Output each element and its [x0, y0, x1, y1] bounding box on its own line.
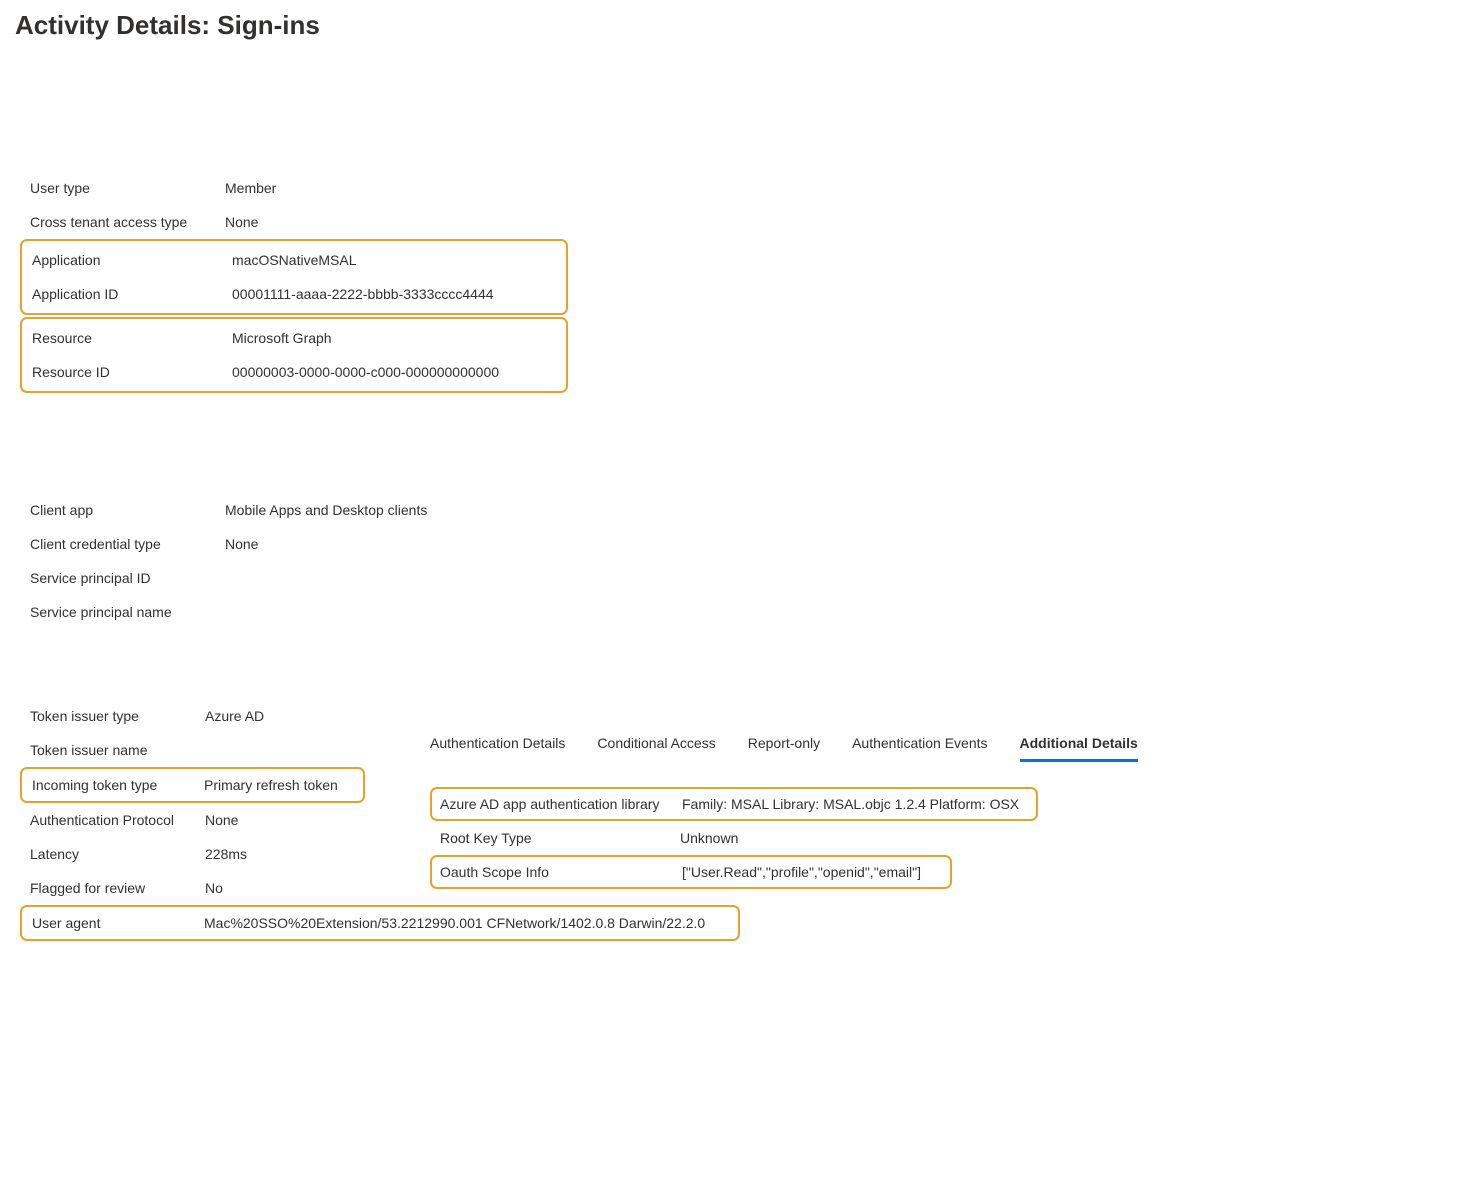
detail-row-latency: Latency 228ms [15, 837, 430, 871]
tab-authentication-details[interactable]: Authentication Details [430, 727, 565, 762]
value-resource: Microsoft Graph [232, 330, 332, 346]
tab-conditional-access[interactable]: Conditional Access [597, 727, 715, 762]
value-auth-library: Family: MSAL Library: MSAL.objc 1.2.4 Pl… [682, 796, 1019, 812]
detail-row-sp-id: Service principal ID [15, 561, 1463, 595]
detail-row-client-cred: Client credential type None [15, 527, 1463, 561]
highlight-application-group: Application macOSNativeMSAL Application … [20, 239, 568, 315]
label-auth-library: Azure AD app authentication library [432, 796, 682, 812]
left-column: Token issuer type Azure AD Token issuer … [15, 699, 430, 941]
detail-row-token-issuer-name: Token issuer name [15, 733, 430, 767]
highlight-user-agent: User agent Mac%20SSO%20Extension/53.2212… [20, 905, 740, 941]
label-latency: Latency [15, 846, 205, 862]
detail-row-auth-library: Azure AD app authentication library Fami… [432, 791, 1036, 817]
label-flagged: Flagged for review [15, 880, 205, 896]
detail-row-incoming-token: Incoming token type Primary refresh toke… [22, 771, 363, 799]
detail-row-auth-protocol: Authentication Protocol None [15, 803, 430, 837]
label-user-agent: User agent [22, 915, 204, 931]
label-incoming-token: Incoming token type [22, 777, 204, 793]
value-auth-protocol: None [205, 812, 238, 828]
right-column: Authentication Details Conditional Acces… [430, 699, 1463, 889]
value-incoming-token: Primary refresh token [204, 777, 338, 793]
detail-row-root-key: Root Key Type Unknown [430, 821, 1463, 855]
detail-row-resource-id: Resource ID 00000003-0000-0000-c000-0000… [22, 355, 566, 389]
label-client-cred: Client credential type [15, 536, 225, 552]
value-client-app: Mobile Apps and Desktop clients [225, 502, 427, 518]
label-root-key: Root Key Type [430, 830, 680, 846]
detail-row-application: Application macOSNativeMSAL [22, 243, 566, 277]
tab-bar: Authentication Details Conditional Acces… [430, 727, 1463, 762]
label-token-issuer-name: Token issuer name [15, 742, 205, 758]
label-sp-name: Service principal name [15, 604, 225, 620]
detail-row-resource: Resource Microsoft Graph [22, 321, 566, 355]
detail-row-user-type: User type Member [15, 171, 1463, 205]
details-section-top: User type Member Cross tenant access typ… [15, 171, 1463, 393]
label-client-app: Client app [15, 502, 225, 518]
label-auth-protocol: Authentication Protocol [15, 812, 205, 828]
label-resource-id: Resource ID [22, 364, 232, 380]
label-token-issuer-type: Token issuer type [15, 708, 205, 724]
tab-report-only[interactable]: Report-only [748, 727, 820, 762]
value-application-id: 00001111-aaaa-2222-bbbb-3333cccc4444 [232, 286, 494, 302]
value-user-type: Member [225, 180, 276, 196]
detail-row-sp-name: Service principal name [15, 595, 1463, 629]
value-client-cred: None [225, 536, 258, 552]
details-section-mid: Client app Mobile Apps and Desktop clien… [15, 493, 1463, 629]
value-cross-tenant: None [225, 214, 258, 230]
tab-authentication-events[interactable]: Authentication Events [852, 727, 987, 762]
value-flagged: No [205, 880, 223, 896]
value-token-issuer-type: Azure AD [205, 708, 264, 724]
detail-row-application-id: Application ID 00001111-aaaa-2222-bbbb-3… [22, 277, 566, 311]
detail-row-token-issuer-type: Token issuer type Azure AD [15, 699, 430, 733]
label-application-id: Application ID [22, 286, 232, 302]
highlight-resource-group: Resource Microsoft Graph Resource ID 000… [20, 317, 568, 393]
value-oauth-scope: ["User.Read","profile","openid","email"] [682, 864, 921, 880]
label-sp-id: Service principal ID [15, 570, 225, 586]
two-column-section: Token issuer type Azure AD Token issuer … [15, 699, 1463, 941]
page-title: Activity Details: Sign-ins [15, 10, 1463, 41]
value-resource-id: 00000003-0000-0000-c000-000000000000 [232, 364, 499, 380]
value-latency: 228ms [205, 846, 247, 862]
label-resource: Resource [22, 330, 232, 346]
detail-row-client-app: Client app Mobile Apps and Desktop clien… [15, 493, 1463, 527]
label-cross-tenant: Cross tenant access type [15, 214, 225, 230]
value-root-key: Unknown [680, 830, 738, 846]
label-oauth-scope: Oauth Scope Info [432, 864, 682, 880]
detail-row-flagged: Flagged for review No [15, 871, 430, 905]
label-application: Application [22, 252, 232, 268]
label-user-type: User type [15, 180, 225, 196]
detail-row-cross-tenant: Cross tenant access type None [15, 205, 1463, 239]
tab-additional-details[interactable]: Additional Details [1020, 727, 1138, 762]
value-user-agent: Mac%20SSO%20Extension/53.2212990.001 CFN… [204, 915, 705, 931]
highlight-auth-library: Azure AD app authentication library Fami… [430, 787, 1038, 821]
value-application: macOSNativeMSAL [232, 252, 356, 268]
highlight-oauth-scope: Oauth Scope Info ["User.Read","profile",… [430, 855, 952, 889]
detail-row-oauth-scope: Oauth Scope Info ["User.Read","profile",… [432, 859, 950, 885]
detail-row-user-agent: User agent Mac%20SSO%20Extension/53.2212… [22, 909, 738, 937]
highlight-incoming-token: Incoming token type Primary refresh toke… [20, 767, 365, 803]
